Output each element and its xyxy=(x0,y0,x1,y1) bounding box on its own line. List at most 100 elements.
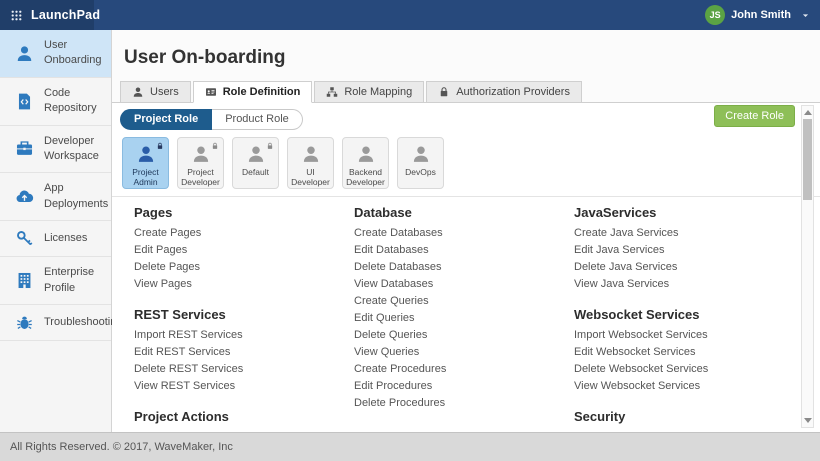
scroll-down-arrow[interactable] xyxy=(804,418,812,423)
permission-item: Edit REST Services xyxy=(134,344,354,361)
role-card-backend-developer[interactable]: Backend Developer xyxy=(342,137,389,189)
role-card-label: UI Developer xyxy=(289,167,333,187)
sidebar-item-label: Code Repository xyxy=(44,86,106,117)
sidebar-item-label: App Deployments xyxy=(44,181,106,212)
tab-role-definition[interactable]: Role Definition xyxy=(193,81,313,103)
permission-column: DatabaseCreate DatabasesEdit DatabasesDe… xyxy=(354,197,574,429)
building-icon xyxy=(15,271,34,290)
toggle-project-role[interactable]: Project Role xyxy=(120,109,212,130)
role-definition-panel: Project RoleProduct Role Create Role Pro… xyxy=(112,103,820,432)
tab-authorization-providers[interactable]: Authorization Providers xyxy=(426,81,582,103)
app-grid-icon[interactable] xyxy=(10,9,23,22)
permission-item: Delete REST Services xyxy=(134,361,354,378)
role-card-project-admin[interactable]: Project Admin xyxy=(122,137,169,189)
permission-group-heading: JavaServices xyxy=(574,205,708,221)
permission-item: View Databases xyxy=(354,276,574,293)
sidebar-item-label: User Onboarding xyxy=(44,38,106,69)
sidebar-item-licenses[interactable]: Licenses xyxy=(0,221,111,257)
role-card-label: Default xyxy=(234,167,278,177)
app-header: LaunchPad JS John Smith xyxy=(0,0,820,30)
role-user-icon xyxy=(411,144,431,164)
permission-item: Import Websocket Services xyxy=(574,327,708,344)
role-user-icon xyxy=(301,144,321,164)
role-user-icon xyxy=(246,144,266,164)
permission-group-heading: Security xyxy=(574,409,708,425)
permission-group-heading: REST Services xyxy=(134,307,354,323)
briefcase-icon xyxy=(15,139,34,158)
permission-item: Edit Java Services xyxy=(574,242,708,259)
tab-label: Role Mapping xyxy=(344,86,412,98)
permission-item: View Websocket Services xyxy=(574,378,708,395)
permissions-grid: PagesCreate PagesEdit PagesDelete PagesV… xyxy=(112,197,820,429)
permission-group-heading: Pages xyxy=(134,205,354,221)
role-card-list: Project Admin Project Developer Default UI … xyxy=(112,133,820,189)
role-card-label: Project Admin xyxy=(124,167,168,187)
permission-item: Delete Java Services xyxy=(574,259,708,276)
lock-icon xyxy=(266,142,274,150)
bug-icon xyxy=(15,313,34,332)
permission-item: Edit Procedures xyxy=(354,378,574,395)
role-user-icon xyxy=(356,144,376,164)
sidebar-item-enterprise-profile[interactable]: Enterprise Profile xyxy=(0,257,111,305)
user-icon xyxy=(191,144,211,164)
permission-group-database: DatabaseCreate DatabasesEdit DatabasesDe… xyxy=(354,205,574,412)
permission-item: Delete Pages xyxy=(134,259,354,276)
permission-group-heading: Database xyxy=(354,205,574,221)
lock-icon xyxy=(156,142,164,150)
chevron-down-icon xyxy=(801,11,810,20)
tab-label: Users xyxy=(150,86,179,98)
permission-item: View REST Services xyxy=(134,378,354,395)
permission-group-heading: Websocket Services xyxy=(574,307,708,323)
sitemap-icon xyxy=(326,86,338,98)
page-title: User On-boarding xyxy=(112,30,820,69)
role-card-devops[interactable]: DevOps xyxy=(397,137,444,189)
role-user-icon xyxy=(191,144,211,164)
toggle-product-role[interactable]: Product Role xyxy=(212,109,303,130)
tab-bar: Users Role Definition Role Mapping Authoriz… xyxy=(112,80,820,103)
tab-role-mapping[interactable]: Role Mapping xyxy=(314,81,424,103)
sidebar-item-troubleshooting[interactable]: Troubleshooting xyxy=(0,305,111,341)
role-card-label: Backend Developer xyxy=(344,167,388,187)
role-card-label: Project Developer xyxy=(179,167,223,187)
sidebar-item-app-deployments[interactable]: App Deployments xyxy=(0,173,111,221)
user-icon xyxy=(132,86,144,98)
permission-item: Edit Pages xyxy=(134,242,354,259)
permission-item: Create Queries xyxy=(354,293,574,310)
sidebar-list: User Onboarding Code Repository Developer … xyxy=(0,30,111,341)
sidebar: User Onboarding Code Repository Developer … xyxy=(0,30,112,432)
role-card-default[interactable]: Default xyxy=(232,137,279,189)
id-card-icon xyxy=(205,86,217,98)
user-icon xyxy=(356,144,376,164)
avatar: JS xyxy=(705,5,725,25)
lock-icon xyxy=(211,142,219,150)
permission-item: Create Java Services xyxy=(574,225,708,242)
sidebar-item-label: Troubleshooting xyxy=(44,315,106,330)
user-menu[interactable]: JS John Smith xyxy=(705,0,810,30)
user-icon xyxy=(301,144,321,164)
create-role-button[interactable]: Create Role xyxy=(714,105,795,127)
permission-item: View Java Services xyxy=(574,276,708,293)
sidebar-item-user-onboarding[interactable]: User Onboarding xyxy=(0,30,111,78)
sidebar-item-code-repository[interactable]: Code Repository xyxy=(0,78,111,126)
vertical-scrollbar[interactable] xyxy=(801,105,814,428)
permission-group-rest-services: REST Services Import REST ServicesEdit RE… xyxy=(134,307,354,395)
permission-group-pages: PagesCreate PagesEdit PagesDelete PagesV… xyxy=(134,205,354,293)
user-icon xyxy=(136,144,156,164)
permission-group-heading: Project Actions xyxy=(134,409,354,425)
user-icon xyxy=(15,44,34,63)
panel-toolbar: Project RoleProduct Role Create Role xyxy=(112,103,820,133)
role-card-label: DevOps xyxy=(399,167,443,177)
permission-group-security: Security xyxy=(574,409,708,425)
tab-label: Role Definition xyxy=(223,86,301,98)
tab-users[interactable]: Users xyxy=(120,81,191,103)
permission-item: View Pages xyxy=(134,276,354,293)
permission-item: Delete Websocket Services xyxy=(574,361,708,378)
user-icon xyxy=(246,144,266,164)
role-card-ui-developer[interactable]: UI Developer xyxy=(287,137,334,189)
role-card-project-developer[interactable]: Project Developer xyxy=(177,137,224,189)
permission-item: Import REST Services xyxy=(134,327,354,344)
scrollbar-thumb[interactable] xyxy=(803,119,812,200)
scroll-up-arrow[interactable] xyxy=(804,110,812,115)
permission-item: Edit Databases xyxy=(354,242,574,259)
sidebar-item-developer-workspace[interactable]: Developer Workspace xyxy=(0,126,111,174)
